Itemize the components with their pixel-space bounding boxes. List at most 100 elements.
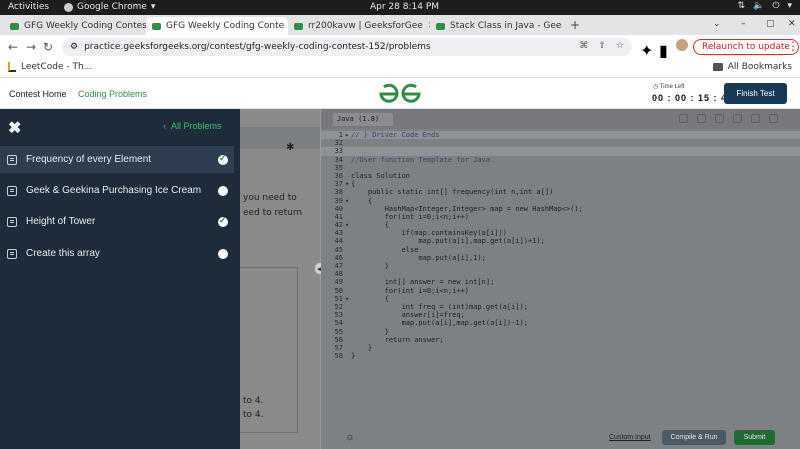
line-number: 49 — [334, 278, 343, 287]
maximize-icon[interactable]: ▢ — [766, 19, 775, 29]
bug-report-icon[interactable]: ✱ — [286, 142, 294, 153]
clock[interactable]: Apr 28 8:14 PM — [370, 2, 439, 12]
code-line[interactable]: 43 if(map.containsKey(a[i])) — [321, 229, 800, 237]
problem-item[interactable]: Geek & Geekina Purchasing Ice Cream — [0, 177, 234, 204]
code-line[interactable]: 33 — [321, 147, 800, 156]
reset-icon[interactable] — [751, 114, 760, 123]
format-icon[interactable] — [697, 114, 706, 123]
code-editor[interactable]: Java (1.8) 1 ▸// } Driver Code Ends 32 33 34… — [321, 109, 800, 449]
fold-icon[interactable]: ▾ — [345, 221, 349, 229]
problems-drawer: ✖ ‹ All Problems Frequency of every Elem… — [0, 109, 240, 449]
close-icon[interactable]: ✕ — [788, 19, 796, 29]
settings-icon[interactable] — [733, 114, 742, 123]
fullscreen-icon[interactable] — [769, 114, 778, 123]
close-icon[interactable]: ✖ — [8, 118, 21, 138]
code-line[interactable]: 50 for(int i=0;i<n;i++) — [321, 287, 800, 295]
bookmark-star-icon[interactable]: ☆ — [616, 41, 624, 51]
code-line[interactable]: 46 map.put(a[i],1); — [321, 254, 800, 262]
code-line[interactable]: 48 — [321, 270, 800, 278]
lightbulb-icon[interactable]: ☼ — [345, 431, 355, 443]
fold-icon[interactable]: ▾ — [345, 180, 349, 188]
code-line[interactable]: 38 public static int[] frequency(int n,i… — [321, 188, 800, 196]
problem-item[interactable]: Create this array — [0, 240, 234, 267]
code-line[interactable]: 45 else — [321, 246, 800, 254]
code-line[interactable]: 32 — [321, 139, 800, 147]
code-line[interactable]: 36 class Solution — [321, 172, 800, 180]
compile-run-button[interactable]: Compile & Run — [662, 430, 726, 445]
line-number: 40 — [334, 204, 343, 213]
code-line[interactable]: 55 } — [321, 328, 800, 336]
code-text: answer[i]=freq; — [351, 311, 465, 320]
browser-tab[interactable]: GFG Weekly Coding Contes ✕ — [4, 17, 146, 35]
theme-icon[interactable] — [715, 114, 724, 123]
share-icon[interactable]: ⇪ — [598, 41, 606, 51]
custom-input-link[interactable]: Custom Input — [609, 434, 651, 441]
code-line[interactable]: 58} — [321, 352, 800, 360]
url-text: practice.geeksforgeeks.org/contest/gfg-w… — [84, 42, 431, 52]
reload-icon[interactable]: ↻ — [43, 40, 53, 54]
sidepanel-icon[interactable]: ▮ — [659, 41, 669, 60]
code-text: { — [351, 180, 356, 189]
code-line[interactable]: 40 HashMap<Integer,Integer> map = new Ha… — [321, 205, 800, 213]
coding-problems-link[interactable]: Coding Problems — [78, 89, 147, 99]
code-text: map.put(a[i],map.get(a[i])+1); — [351, 237, 545, 246]
volume-icon: 🔈 — [753, 1, 765, 11]
bookmark-label: LeetCode - Th... — [21, 62, 93, 72]
all-problems-link[interactable]: ‹ All Problems — [163, 121, 222, 131]
code-line[interactable]: 52 int freq = (int)map.get(a[i]); — [321, 303, 800, 311]
contest-home-link[interactable]: Contest Home — [9, 89, 67, 99]
code-line[interactable]: 34 //User function Template for Java — [321, 156, 800, 164]
relaunch-button[interactable]: Relaunch to update — [693, 39, 799, 55]
code-line[interactable]: 57 } — [321, 344, 800, 352]
code-line[interactable]: 41 for(int i=0;i<n;i++) — [321, 213, 800, 221]
code-line[interactable]: 54 map.put(a[i],map.get(a[i])-1); — [321, 319, 800, 327]
code-lines[interactable]: 1 ▸// } Driver Code Ends 32 33 34//User func… — [321, 131, 800, 360]
browser-tab[interactable]: Stack Class in Java - Geek ✕ — [430, 17, 562, 35]
more-menu-icon[interactable]: ⋮ — [787, 39, 799, 53]
line-number: 56 — [334, 335, 343, 344]
new-tab-button[interactable]: + — [570, 18, 580, 32]
avatar[interactable] — [676, 39, 688, 51]
code-line[interactable]: 49 int[] answer = new int[n]; — [321, 278, 800, 286]
code-line[interactable]: 56 return answer; — [321, 336, 800, 344]
code-text: for(int i=0;i<n;i++) — [351, 286, 470, 295]
app-menu[interactable]: Google Chrome ▾ — [64, 2, 155, 12]
code-line[interactable]: 47 } — [321, 262, 800, 270]
system-tray[interactable]: ⇅ 🔈 ⏻ ▾ — [738, 1, 792, 11]
code-line[interactable]: 44 map.put(a[i],map.get(a[i])+1); — [321, 237, 800, 245]
code-line[interactable]: 51 ▾ { — [321, 295, 800, 303]
bookmark-leetcode[interactable]: LeetCode - Th... — [8, 62, 92, 72]
problem-item[interactable]: Frequency of every Element — [0, 146, 234, 173]
site-info-icon[interactable]: ⚙ — [70, 42, 78, 52]
problem-item[interactable]: Height of Tower — [0, 208, 234, 235]
browser-tab[interactable]: rr200kavw | GeeksforGee ✕ — [288, 17, 430, 35]
code-line[interactable]: 39 ▾ { — [321, 197, 800, 205]
chevron-down-icon: ▾ — [787, 1, 792, 11]
fold-icon[interactable]: ▾ — [345, 295, 349, 303]
tab-search-icon[interactable]: ⌄ — [713, 19, 721, 29]
finish-test-button[interactable]: Finish Test — [724, 83, 787, 104]
copy-icon[interactable] — [679, 114, 688, 123]
all-bookmarks[interactable]: All Bookmarks — [712, 62, 792, 72]
browser-tab-active[interactable]: GFG Weekly Coding Conte ✕ — [146, 17, 288, 35]
fold-icon[interactable]: ▸ — [345, 131, 349, 139]
submit-button[interactable]: Submit — [734, 430, 775, 445]
back-icon[interactable]: ← — [8, 40, 18, 54]
code-line[interactable]: 42 ▾ { — [321, 221, 800, 229]
forward-icon[interactable]: → — [26, 40, 36, 54]
gfg-logo[interactable] — [378, 83, 422, 105]
network-icon: ⇅ — [737, 1, 746, 11]
translate-icon[interactable]: ⌘ — [579, 41, 588, 51]
code-line[interactable]: 1 ▸// } Driver Code Ends — [321, 131, 800, 140]
fold-icon[interactable]: ▾ — [345, 197, 349, 205]
code-line[interactable]: 35 — [321, 164, 800, 172]
activities-button[interactable]: Activities — [8, 2, 49, 12]
language-select[interactable]: Java (1.8) — [333, 113, 393, 126]
address-bar[interactable]: ⚙ practice.geeksforgeeks.org/contest/gfg… — [62, 38, 632, 56]
minimize-icon[interactable]: – — [741, 19, 746, 29]
extensions-icon[interactable]: ✦ — [640, 41, 653, 60]
navigation-bar: ← → ↻ ⚙ practice.geeksforgeeks.org/conte… — [0, 35, 800, 60]
code-line[interactable]: 37 ▾{ — [321, 180, 800, 188]
code-line[interactable]: 53 answer[i]=freq; — [321, 311, 800, 319]
code-text: { — [351, 294, 389, 303]
